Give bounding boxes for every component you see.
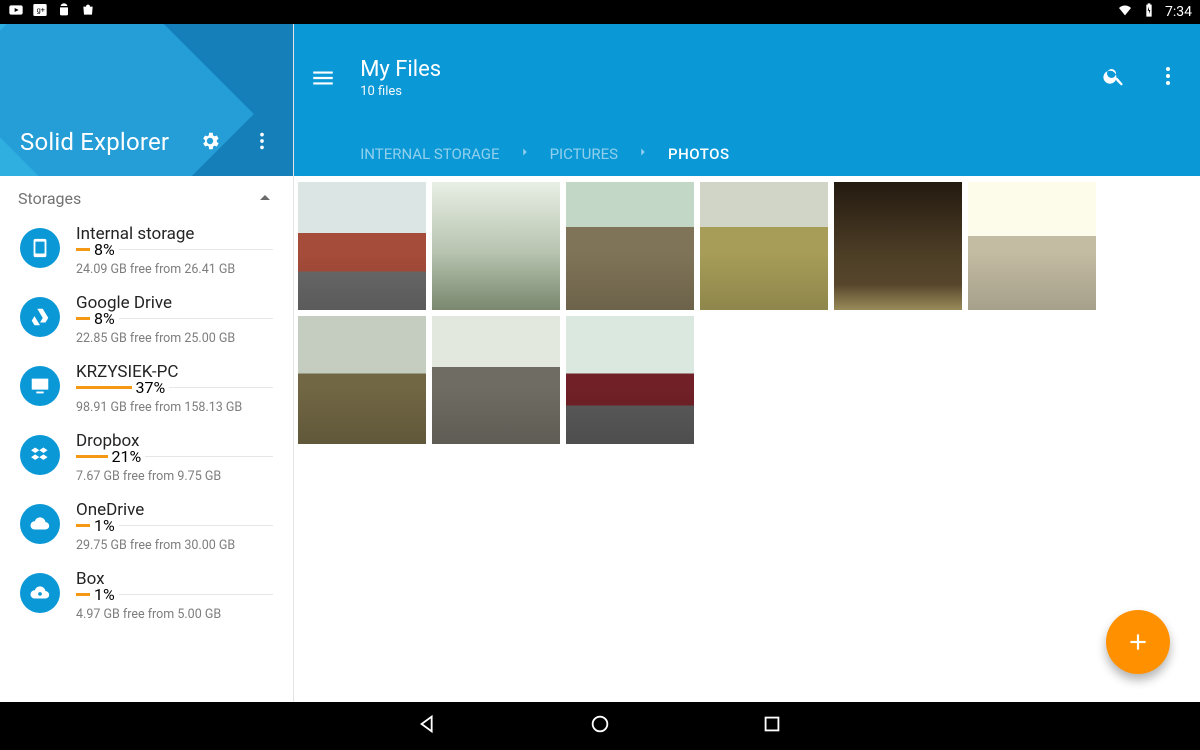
more-vertical-icon bbox=[1156, 64, 1180, 88]
shopping-icon bbox=[80, 2, 96, 22]
storage-icon bbox=[20, 504, 60, 544]
photo-thumb-3[interactable] bbox=[566, 182, 694, 310]
storage-percent: 1% bbox=[94, 585, 115, 604]
photo-thumb-6[interactable] bbox=[968, 182, 1096, 310]
storage-percent: 21% bbox=[112, 447, 142, 466]
storage-item[interactable]: Box1%4.97 GB free from 5.00 GB bbox=[0, 561, 293, 630]
storage-item[interactable]: OneDrive1%29.75 GB free from 30.00 GB bbox=[0, 492, 293, 561]
wifi-icon bbox=[1117, 2, 1133, 22]
menu-button[interactable] bbox=[308, 63, 338, 93]
svg-text:g+: g+ bbox=[37, 6, 45, 15]
main-overflow-button[interactable] bbox=[1156, 64, 1180, 92]
storages-section-label: Storages bbox=[18, 189, 253, 208]
breadcrumb: INTERNAL STORAGE PICTURES PHOTOS bbox=[294, 132, 1200, 176]
more-vertical-icon bbox=[251, 130, 273, 152]
chevron-right-icon bbox=[636, 145, 650, 163]
plus-icon bbox=[1125, 629, 1151, 655]
chevron-up-icon bbox=[253, 186, 277, 210]
sidebar-header: Solid Explorer bbox=[0, 24, 293, 176]
page-subtitle: 10 files bbox=[360, 84, 1102, 99]
storages-section-toggle[interactable]: Storages bbox=[0, 176, 293, 216]
app-title: Solid Explorer bbox=[20, 128, 199, 156]
storage-item[interactable]: Internal storage8%24.09 GB free from 26.… bbox=[0, 216, 293, 285]
search-icon bbox=[1102, 64, 1126, 88]
sidebar: Solid Explorer Storages Internal storage… bbox=[0, 24, 294, 702]
settings-button[interactable] bbox=[199, 130, 221, 156]
photo-thumb-9[interactable] bbox=[566, 316, 694, 444]
android-status-bar: g+ 7:34 bbox=[0, 0, 1200, 24]
photo-thumb-2[interactable] bbox=[432, 182, 560, 310]
battery-charging-icon bbox=[1141, 2, 1157, 22]
google-plus-icon: g+ bbox=[32, 2, 48, 22]
photo-thumb-5[interactable] bbox=[834, 182, 962, 310]
storage-icon bbox=[20, 573, 60, 613]
circle-home-icon bbox=[589, 713, 611, 735]
storage-percent: 8% bbox=[94, 309, 115, 328]
storage-item[interactable]: KRZYSIEK-PC37%98.91 GB free from 158.13 … bbox=[0, 354, 293, 423]
storage-item[interactable]: Google Drive8%22.85 GB free from 25.00 G… bbox=[0, 285, 293, 354]
storage-detail: 7.67 GB free from 9.75 GB bbox=[76, 469, 273, 484]
recents-button[interactable] bbox=[761, 713, 783, 739]
app-bar: My Files 10 files bbox=[294, 24, 1200, 132]
youtube-icon bbox=[8, 2, 24, 22]
storage-detail: 4.97 GB free from 5.00 GB bbox=[76, 607, 273, 622]
storage-icon bbox=[20, 435, 60, 475]
photo-thumb-7[interactable] bbox=[298, 316, 426, 444]
back-button[interactable] bbox=[417, 713, 439, 739]
photo-thumb-8[interactable] bbox=[432, 316, 560, 444]
triangle-back-icon bbox=[417, 713, 439, 735]
square-recents-icon bbox=[761, 713, 783, 735]
storage-icon bbox=[20, 366, 60, 406]
photo-grid bbox=[294, 176, 1200, 702]
storage-detail: 24.09 GB free from 26.41 GB bbox=[76, 262, 273, 277]
photo-thumb-4[interactable] bbox=[700, 182, 828, 310]
hamburger-icon bbox=[310, 65, 336, 91]
android-nav-bar bbox=[0, 702, 1200, 750]
page-title: My Files bbox=[360, 57, 1102, 82]
storage-icon bbox=[20, 228, 60, 268]
storage-icon bbox=[20, 297, 60, 337]
photo-thumb-1[interactable] bbox=[298, 182, 426, 310]
search-button[interactable] bbox=[1102, 64, 1126, 92]
storage-percent: 37% bbox=[136, 378, 166, 397]
storage-percent: 8% bbox=[94, 240, 115, 259]
storage-detail: 98.91 GB free from 158.13 GB bbox=[76, 400, 273, 415]
sidebar-overflow-button[interactable] bbox=[251, 130, 273, 156]
storage-detail: 22.85 GB free from 25.00 GB bbox=[76, 331, 273, 346]
chevron-right-icon bbox=[518, 145, 532, 163]
android-icon bbox=[56, 2, 72, 22]
gear-icon bbox=[199, 130, 221, 152]
breadcrumb-item[interactable]: INTERNAL STORAGE bbox=[360, 145, 499, 163]
breadcrumb-item[interactable]: PHOTOS bbox=[668, 145, 730, 163]
storage-percent: 1% bbox=[94, 516, 115, 535]
storage-detail: 29.75 GB free from 30.00 GB bbox=[76, 538, 273, 553]
home-button[interactable] bbox=[589, 713, 611, 739]
clock-time: 7:34 bbox=[1165, 4, 1192, 20]
storage-list: Internal storage8%24.09 GB free from 26.… bbox=[0, 216, 293, 702]
fab-add-button[interactable] bbox=[1106, 610, 1170, 674]
breadcrumb-item[interactable]: PICTURES bbox=[550, 145, 618, 163]
main-pane: My Files 10 files INTERNAL STORAGE PICTUR… bbox=[294, 24, 1200, 702]
storage-item[interactable]: Dropbox21%7.67 GB free from 9.75 GB bbox=[0, 423, 293, 492]
